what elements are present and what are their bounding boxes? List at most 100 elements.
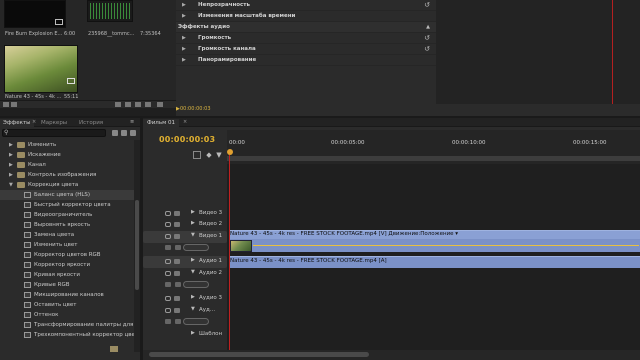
display-style-icon[interactable]	[165, 245, 171, 250]
effect-item[interactable]: Замена цвета	[0, 230, 134, 240]
keyframe-toggle-icon[interactable]	[175, 319, 181, 324]
scroll-up-icon[interactable]: ▲	[426, 22, 430, 33]
effect-folder[interactable]: ▶ Контроль изображения	[0, 170, 134, 180]
eye-icon[interactable]	[165, 222, 171, 227]
tab-markers[interactable]: Маркеры	[38, 119, 70, 127]
track-header-audio-1[interactable]: ▶ Аудио 1	[143, 256, 227, 268]
expand-triangle-icon[interactable]: ▶	[182, 55, 186, 66]
new-item-icon[interactable]	[145, 102, 151, 107]
time-ruler[interactable]: 00:00 00:00:05:00 00:00:10:00 00:00:15:0…	[227, 130, 640, 164]
effect-folder[interactable]: ▶ Искажение	[0, 150, 134, 160]
reset-icon[interactable]: ↺	[424, 0, 430, 11]
effect-item[interactable]: Микширование каналов	[0, 290, 134, 300]
speaker-icon[interactable]	[165, 308, 171, 313]
effect-item[interactable]: Оттенок	[0, 310, 134, 320]
automate-icon[interactable]	[115, 102, 121, 107]
effect-row-opacity[interactable]: ▶ Непрозрачность ↺	[176, 0, 436, 11]
expand-triangle-icon[interactable]: ▶	[182, 0, 186, 11]
panel-menu-icon[interactable]: ≡	[130, 119, 134, 125]
tab-effects[interactable]: Эффекты	[0, 119, 34, 127]
playhead-handle[interactable]	[227, 149, 233, 155]
tab-history[interactable]: История	[76, 119, 106, 127]
new-bin-icon[interactable]	[135, 102, 141, 107]
tab-close-icon[interactable]: ×	[183, 119, 187, 125]
search-input[interactable]: ⚲	[2, 129, 106, 137]
work-area-bar[interactable]	[227, 156, 640, 161]
timeline-scrollbar[interactable]	[143, 350, 640, 360]
effect-row-panner[interactable]: ▶ Панорамирование	[176, 55, 436, 66]
reset-icon[interactable]: ↺	[424, 44, 430, 55]
effect-folder[interactable]: ▶ Изменить	[0, 140, 134, 150]
lock-icon[interactable]	[174, 296, 180, 301]
tab-close-icon[interactable]: ×	[32, 119, 36, 125]
lock-icon[interactable]	[174, 234, 180, 239]
eye-icon[interactable]	[165, 234, 171, 239]
display-style-icon[interactable]	[165, 319, 171, 324]
keyframe-nav-control[interactable]	[183, 244, 209, 251]
speaker-icon[interactable]	[165, 271, 171, 276]
find-icon[interactable]	[125, 102, 131, 107]
keyframe-nav-control[interactable]	[183, 318, 209, 325]
effect-row-time-remap[interactable]: ▶ Изменения масштаба времени	[176, 11, 436, 22]
keyframe-icon[interactable]: ▼	[215, 151, 223, 159]
track-header-master[interactable]: ▶ Шаблон	[143, 329, 227, 341]
scroll-thumb[interactable]	[135, 200, 139, 290]
yuv-effects-icon[interactable]	[130, 130, 136, 136]
speaker-icon[interactable]	[165, 259, 171, 264]
expand-triangle-icon[interactable]: ▶	[191, 220, 195, 226]
timeline-timecode[interactable]: 00:00:00:03	[159, 135, 215, 144]
accelerated-effects-icon[interactable]	[112, 130, 118, 136]
collapse-triangle-icon[interactable]: ▼	[9, 180, 13, 190]
effect-item[interactable]: Баланс цвета (HLS)	[0, 190, 134, 200]
lock-icon[interactable]	[174, 222, 180, 227]
track-header-video-2[interactable]: ▶ Видео 2	[143, 219, 227, 231]
effects-scrollbar[interactable]	[134, 140, 140, 352]
thumbnail-nature[interactable]	[4, 45, 78, 93]
lock-icon[interactable]	[174, 308, 180, 313]
keyframe-toggle-icon[interactable]	[175, 245, 181, 250]
expand-triangle-icon[interactable]: ▶	[9, 160, 13, 170]
effect-item[interactable]: Корректор цветов RGB	[0, 250, 134, 260]
lock-icon[interactable]	[174, 259, 180, 264]
expand-triangle-icon[interactable]: ▶	[182, 44, 186, 55]
effect-row-volume[interactable]: ▶ Громкость ↺	[176, 33, 436, 44]
effect-item[interactable]: Оставить цвет	[0, 300, 134, 310]
lock-icon[interactable]	[174, 271, 180, 276]
track-header-audio-3[interactable]: ▶ Аудио 3	[143, 293, 227, 305]
reset-icon[interactable]: ↺	[424, 33, 430, 44]
effect-item[interactable]: Видеоограничитель	[0, 210, 134, 220]
expand-triangle-icon[interactable]: ▶	[191, 330, 195, 336]
effect-item[interactable]: Быстрый корректор цвета	[0, 200, 134, 210]
lock-icon[interactable]	[174, 211, 180, 216]
effect-folder[interactable]: ▶ Канал	[0, 160, 134, 170]
audio-clip[interactable]: Nature 43 - 45s - 4k res - FREE STOCK FO…	[229, 256, 640, 268]
effect-folder[interactable]: ▼ Коррекция цвета	[0, 180, 134, 190]
collapse-triangle-icon[interactable]: ▼	[191, 306, 195, 312]
icon-view-icon[interactable]	[11, 102, 17, 107]
thumbnail-fire[interactable]	[4, 0, 66, 28]
effect-item[interactable]: Кривые RGB	[0, 280, 134, 290]
tab-sequence[interactable]: Фильм 01	[143, 119, 179, 127]
expand-triangle-icon[interactable]: ▶	[191, 294, 195, 300]
snap-icon[interactable]	[193, 151, 201, 159]
expand-triangle-icon[interactable]: ▶	[182, 33, 186, 44]
eye-icon[interactable]	[165, 211, 171, 216]
32bit-effects-icon[interactable]	[121, 130, 127, 136]
expand-triangle-icon[interactable]: ▶	[191, 257, 195, 263]
effect-item[interactable]: Кривая яркости	[0, 270, 134, 280]
expand-triangle-icon[interactable]: ▶	[9, 150, 13, 160]
effect-item[interactable]: Изменить цвет	[0, 240, 134, 250]
keyframe-toggle-icon[interactable]	[175, 282, 181, 287]
collapse-triangle-icon[interactable]: ▼	[191, 232, 195, 238]
effect-row-channel-volume[interactable]: ▶ Громкость канала ↺	[176, 44, 436, 55]
scroll-thumb[interactable]	[149, 352, 369, 357]
speaker-icon[interactable]	[165, 296, 171, 301]
new-bin-icon[interactable]	[110, 346, 118, 352]
effect-item[interactable]: Трансформирование палитры для те	[0, 320, 140, 330]
display-style-icon[interactable]	[165, 282, 171, 287]
effect-item[interactable]: Выровнять яркость	[0, 220, 134, 230]
list-view-icon[interactable]	[3, 102, 9, 107]
effect-keyframe-area[interactable]	[436, 0, 640, 104]
expand-triangle-icon[interactable]: ▶	[182, 11, 186, 22]
marker-icon[interactable]: ◆	[205, 151, 213, 159]
